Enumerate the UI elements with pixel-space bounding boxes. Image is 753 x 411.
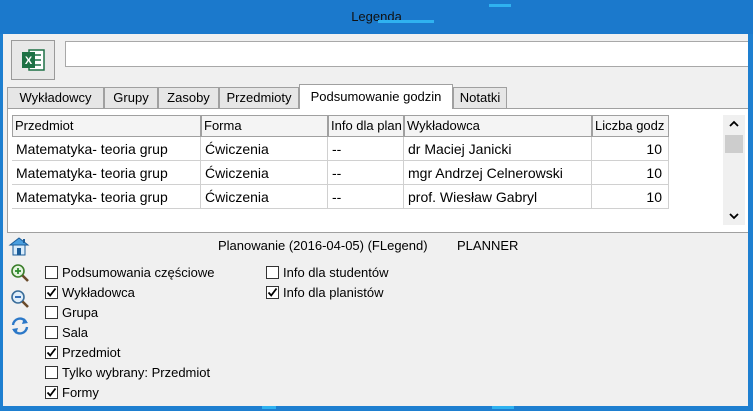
checkbox-box[interactable] <box>45 266 58 279</box>
cell-info: -- <box>328 137 404 161</box>
column-header-przedmiot[interactable]: Przedmiot <box>12 115 201 137</box>
scroll-up-icon[interactable] <box>728 119 740 129</box>
column-header-label: Info dla plan <box>331 118 402 133</box>
checkbox-label: Info dla studentów <box>283 265 389 280</box>
checkbox-label: Grupa <box>62 305 99 320</box>
summary-panel: Przedmiot Forma Info dla plan Wykładowca… <box>7 108 748 233</box>
tab-label: Podsumowanie godzin <box>310 89 442 104</box>
checkbox-box[interactable] <box>45 366 58 379</box>
bottom-accent-mark <box>262 406 276 409</box>
checkbox-label: Podsumowania częściowe <box>62 265 215 280</box>
column-header-info[interactable]: Info dla plan <box>328 115 404 137</box>
tab-label: Notatki <box>459 90 501 105</box>
cell-info: -- <box>328 185 404 209</box>
svg-text:X: X <box>25 55 33 67</box>
cell-przedmiot: Matematyka- teoria grup <box>12 185 201 209</box>
cell-wykladowca: mgr Andrzej Celnerowski <box>404 161 592 185</box>
checkmark-icon <box>267 287 278 297</box>
checkbox-przedmiot[interactable]: Przedmiot <box>45 344 121 362</box>
checkbox-box[interactable] <box>45 326 58 339</box>
checkmark-icon <box>46 387 57 397</box>
checkbox-tylko-wybrany-przedmiot[interactable]: Tylko wybrany: Przedmiot <box>45 364 210 382</box>
tab-grupy[interactable]: Grupy <box>104 87 158 108</box>
tab-notatki[interactable]: Notatki <box>453 87 507 108</box>
column-header-label: Liczba godz <box>595 118 665 133</box>
checkbox-box[interactable] <box>45 306 58 319</box>
column-header-liczba-godz[interactable]: Liczba godz <box>592 115 669 137</box>
refresh-icon[interactable] <box>9 315 31 337</box>
cell-info: -- <box>328 161 404 185</box>
tab-label: Grupy <box>113 90 149 105</box>
tab-label: Zasoby <box>167 90 210 105</box>
scroll-down-icon[interactable] <box>728 211 740 221</box>
tab-wykladowcy[interactable]: Wykładowcy <box>7 87 104 108</box>
status-mode: PLANNER <box>457 238 519 253</box>
checkbox-wykladowca[interactable]: Wykładowca <box>45 284 135 302</box>
checkbox-label: Formy <box>62 385 99 400</box>
cell-forma: Ćwiczenia <box>201 161 328 185</box>
cell-forma: Ćwiczenia <box>201 185 328 209</box>
column-header-label: Wykładowca <box>407 118 480 133</box>
vertical-scrollbar[interactable] <box>723 115 745 225</box>
checkbox-box[interactable] <box>45 286 58 299</box>
cell-liczba-godz: 10 <box>592 137 669 161</box>
checkbox-info-dla-planistow[interactable]: Info dla planistów <box>266 284 383 302</box>
status-bar: Planowanie (2016-04-05) (FLegend) PLANNE… <box>3 236 748 256</box>
checkbox-label: Info dla planistów <box>283 285 384 300</box>
column-header-label: Forma <box>204 118 242 133</box>
column-header-forma[interactable]: Forma <box>201 115 328 137</box>
checkbox-sala[interactable]: Sala <box>45 324 88 342</box>
checkbox-box[interactable] <box>266 286 279 299</box>
tab-label: Wykładowcy <box>19 90 92 105</box>
title-accent-line <box>378 20 434 23</box>
title-bar: Legenda <box>0 0 753 34</box>
column-header-wykladowca[interactable]: Wykładowca <box>404 115 592 137</box>
checkbox-box[interactable] <box>45 386 58 399</box>
checkbox-formy[interactable]: Formy <box>45 384 99 402</box>
checkbox-info-dla-studentow[interactable]: Info dla studentów <box>266 264 389 282</box>
scrollbar-thumb[interactable] <box>725 135 743 153</box>
cell-forma: Ćwiczenia <box>201 137 328 161</box>
cell-przedmiot: Matematyka- teoria grup <box>12 137 201 161</box>
legend-window: X Wykładowcy Grupy Zasoby Przedmioty Pod… <box>3 34 748 406</box>
bottom-accent-mark-2 <box>492 406 514 409</box>
checkbox-label: Sala <box>62 325 89 340</box>
tab-przedmioty[interactable]: Przedmioty <box>219 87 299 108</box>
zoom-out-icon[interactable] <box>9 288 31 310</box>
search-input[interactable] <box>65 41 748 67</box>
checkbox-label: Wykładowca <box>62 285 135 300</box>
checkbox-podsumowania-czesciowe[interactable]: Podsumowania częściowe <box>45 264 214 282</box>
tab-podsumowanie-godzin[interactable]: Podsumowanie godzin <box>299 84 453 109</box>
checkmark-icon <box>46 287 57 297</box>
checkbox-box[interactable] <box>45 346 58 359</box>
checkbox-box[interactable] <box>266 266 279 279</box>
checkmark-icon <box>46 347 57 357</box>
column-header-label: Przedmiot <box>15 118 74 133</box>
checkbox-grupa[interactable]: Grupa <box>45 304 98 322</box>
tab-zasoby[interactable]: Zasoby <box>158 87 219 108</box>
checkbox-label: Tylko wybrany: Przedmiot <box>62 365 211 380</box>
title-accent-mark <box>489 4 511 7</box>
cell-liczba-godz: 10 <box>592 161 669 185</box>
status-text: Planowanie (2016-04-05) (FLegend) <box>218 238 428 253</box>
tab-label: Przedmioty <box>226 90 292 105</box>
cell-przedmiot: Matematyka- teoria grup <box>12 161 201 185</box>
cell-wykladowca: prof. Wiesław Gabryl <box>404 185 592 209</box>
excel-icon: X <box>22 49 45 71</box>
excel-export-button[interactable]: X <box>11 40 55 80</box>
cell-wykladowca: dr Maciej Janicki <box>404 137 592 161</box>
zoom-in-icon[interactable] <box>9 262 31 284</box>
home-icon[interactable] <box>8 236 30 256</box>
checkbox-label: Przedmiot <box>62 345 121 360</box>
cell-liczba-godz: 10 <box>592 185 669 209</box>
